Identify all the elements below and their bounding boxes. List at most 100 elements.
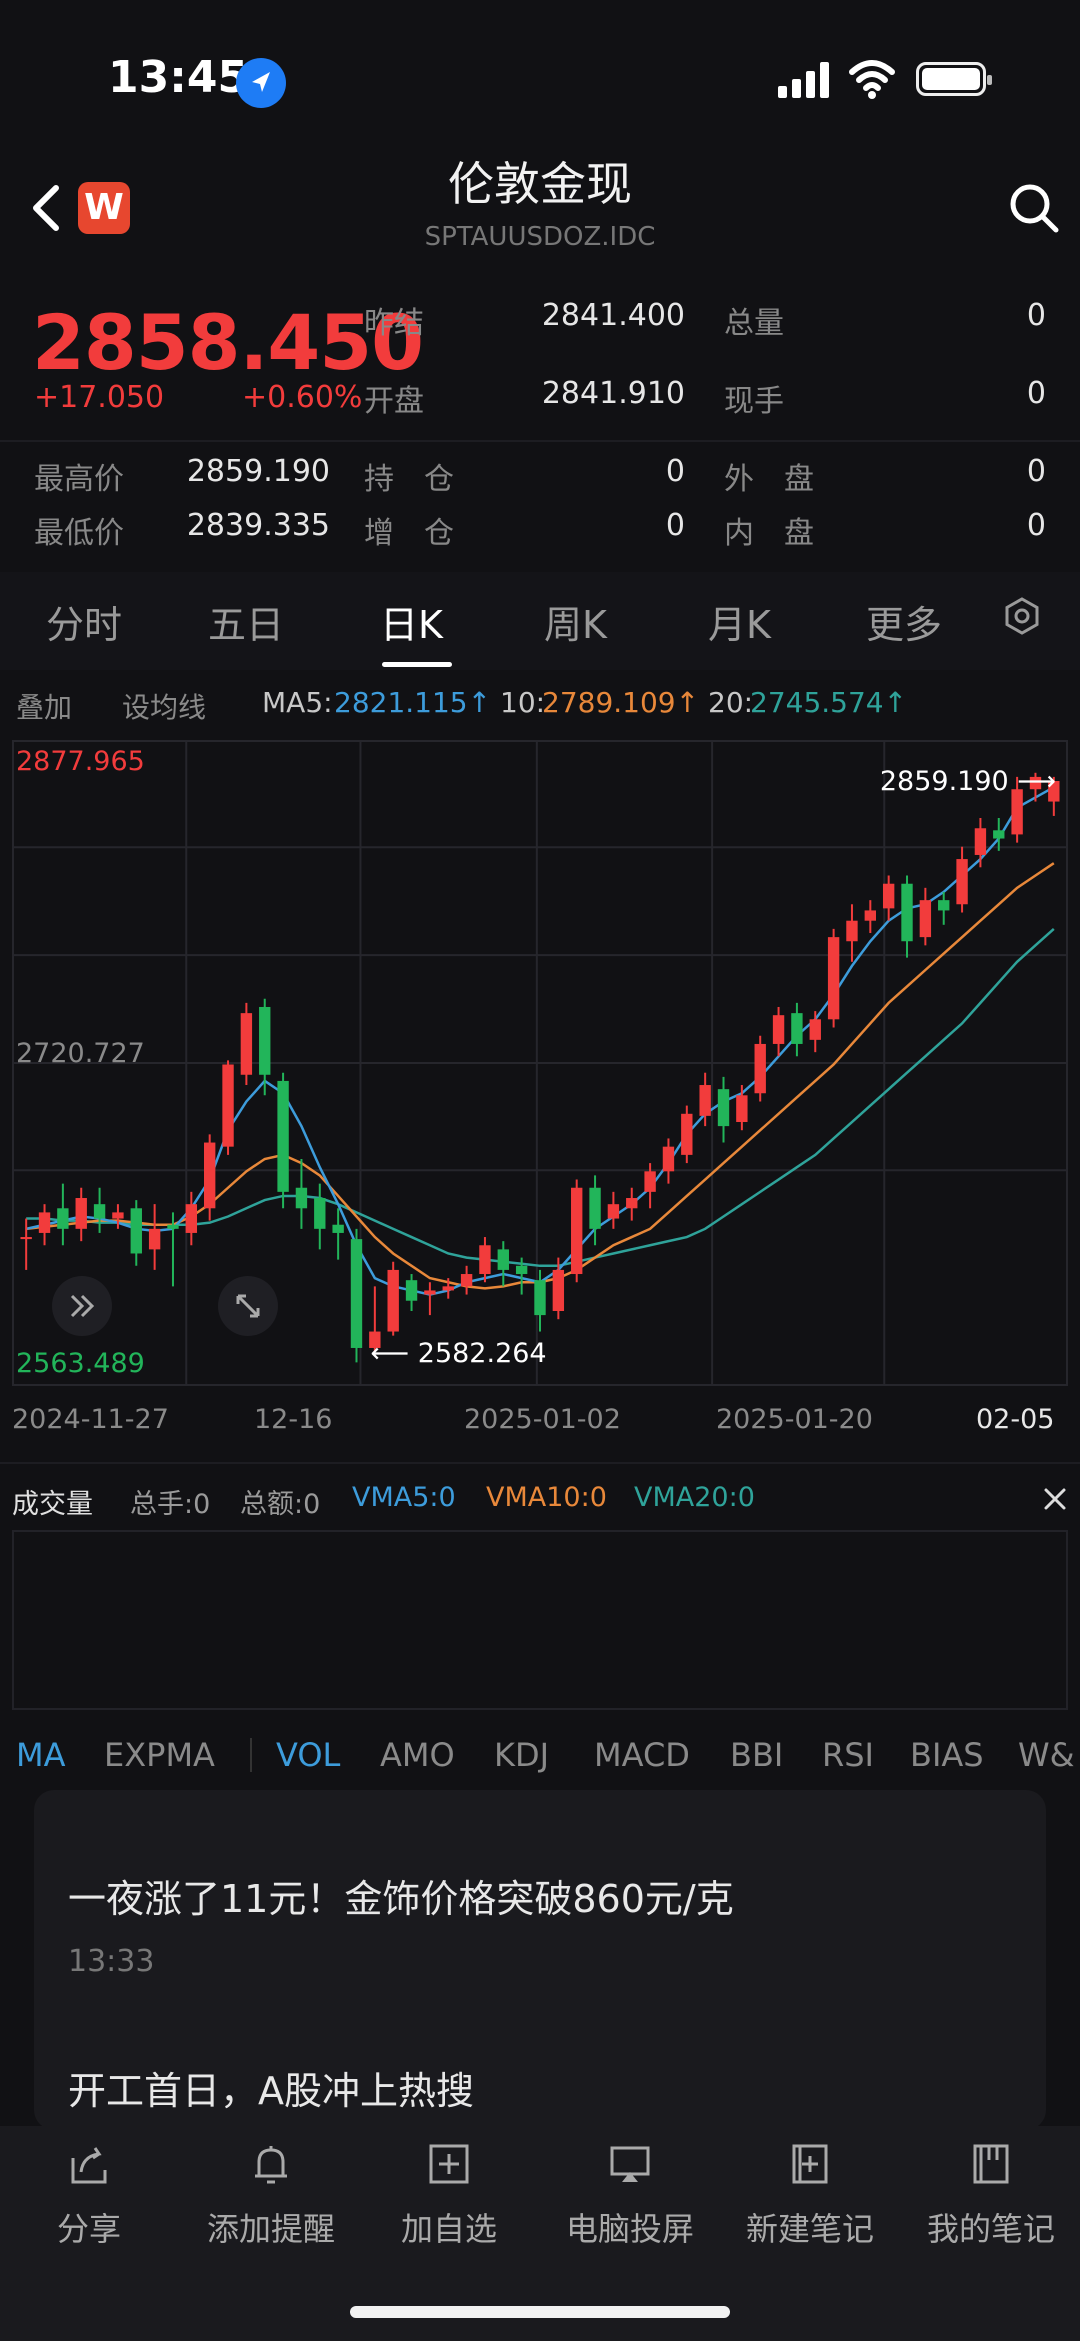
tab-more[interactable]: 更多 [866,594,942,649]
candle-body [791,1013,803,1044]
candle-body [203,1142,216,1209]
add-watchlist-button[interactable]: 加自选 [374,2140,524,2250]
candle-body [644,1171,656,1192]
cast-screen-label: 电脑投屏 [565,2210,694,2248]
set-ma-button[interactable]: 设均线 [122,686,206,726]
location-icon [236,58,286,108]
tab-monthly-k[interactable]: 月K [708,594,771,649]
divider [250,1738,252,1772]
high-annotation: 2859.190 ⟶ [880,766,1056,797]
x-label-3: 2025-01-20 [716,1404,873,1435]
candle-body [626,1198,638,1209]
candle-body [148,1228,161,1250]
ind-ma[interactable]: MA [16,1736,66,1774]
low-label: 最低价 [34,516,124,551]
candle-body [295,1187,308,1209]
candle-body [130,1208,142,1254]
x-label-1: 12-16 [254,1404,333,1435]
overlay-button[interactable]: 叠加 [16,686,72,726]
notes-icon [973,2144,1009,2184]
x-label-2: 2025-01-02 [464,1404,621,1435]
candle-body [240,1013,253,1075]
page-title: 伦敦金现 [448,157,632,211]
candle-body [57,1208,69,1229]
news-title-1[interactable]: 一夜涨了11元！金饰价格突破860元/克 [68,1868,734,1923]
plus-square-icon [429,2144,469,2184]
close-icon[interactable] [1040,1484,1070,1514]
share-label: 分享 [56,2210,121,2248]
y-top-label: 2877.965 [16,746,145,777]
candle-body [974,828,987,855]
fullscreen-icon[interactable] [218,1276,278,1336]
open-interest-label: 持 仓 [364,462,454,497]
candle-body [112,1212,124,1219]
oi-change-value: 0 [665,508,685,543]
ind-bbi[interactable]: BBI [730,1736,783,1774]
candle-body [442,1286,454,1291]
vma5: VMA5:0 [352,1482,456,1513]
home-indicator [350,2306,730,2318]
ind-bias[interactable]: BIAS [910,1736,984,1774]
candle-body [350,1239,363,1348]
share-icon [71,2147,107,2184]
outer-label: 外 盘 [724,462,814,497]
share-button[interactable]: 分享 [14,2140,164,2250]
vma10: VMA10:0 [486,1482,607,1513]
open-label: 开盘 [364,384,424,419]
expand-left-icon[interactable] [52,1276,112,1336]
low-annotation: ⟵ 2582.264 [370,1338,546,1369]
ma5-line [25,786,1055,1296]
inner-value: 0 [1026,508,1046,543]
total-hands: 总手:0 [130,1489,211,1520]
candle-body [919,900,932,938]
candle-body [93,1204,106,1219]
new-note-button[interactable]: 新建笔记 [735,2140,885,2250]
vma20: VMA20:0 [634,1482,755,1513]
news-title-2[interactable]: 开工首日，A股冲上热搜 [68,2060,474,2115]
x-label-4: 02-05 [976,1404,1055,1435]
prev-settle-label: 昨结 [364,306,424,341]
ind-vol[interactable]: VOL [276,1736,340,1774]
candle-body [424,1290,436,1295]
search-icon[interactable] [1006,180,1062,236]
my-notes-button[interactable]: 我的笔记 [916,2140,1066,2250]
candle-body [185,1204,198,1233]
candle-body [809,1019,821,1040]
ind-macd[interactable]: MACD [594,1736,690,1774]
tab-intraday[interactable]: 分时 [46,594,122,649]
total-volume-label: 总量 [724,306,784,341]
prev-settle-value: 2841.400 [541,298,685,333]
ind-expma[interactable]: EXPMA [104,1736,215,1774]
open-interest-value: 0 [665,454,685,489]
ind-kdj[interactable]: KDJ [494,1736,549,1774]
candle-body [681,1113,693,1155]
ma5-value: 2821.115↑ [334,686,492,719]
candle-body [607,1204,620,1219]
news-time-1: 13:33 [68,1944,155,1979]
tab-daily-k[interactable]: 日K [380,594,443,649]
candle-body [405,1280,418,1301]
divider [0,440,1080,442]
oi-change-label: 增 仓 [364,516,454,551]
candle-body [167,1224,179,1229]
add-alert-button[interactable]: 添加提醒 [196,2140,346,2250]
current-hand-value: 0 [1026,376,1046,411]
candle-body [552,1269,565,1311]
candle-body [699,1085,711,1116]
ind-amo[interactable]: AMO [380,1736,455,1774]
outer-value: 0 [1026,454,1046,489]
ind-rsi[interactable]: RSI [822,1736,874,1774]
candle-body [515,1265,528,1275]
candle-body [938,900,950,911]
wifi-icon [849,60,895,99]
settings-icon[interactable] [1002,596,1042,636]
ind-wr[interactable]: W& [1018,1736,1074,1774]
tab-five-day[interactable]: 五日 [208,594,284,649]
candlestick-chart[interactable]: 2877.965 2720.727 2563.489 2859.190 ⟶ ⟵ 2582… [12,740,1068,1386]
ma20-line [26,927,1055,1268]
candle-body [736,1095,748,1123]
tab-weekly-k[interactable]: 周K [544,594,607,649]
current-hand-label: 现手 [724,384,784,419]
y-bottom-label: 2563.489 [16,1348,145,1379]
cast-screen-button[interactable]: 电脑投屏 [555,2140,705,2250]
